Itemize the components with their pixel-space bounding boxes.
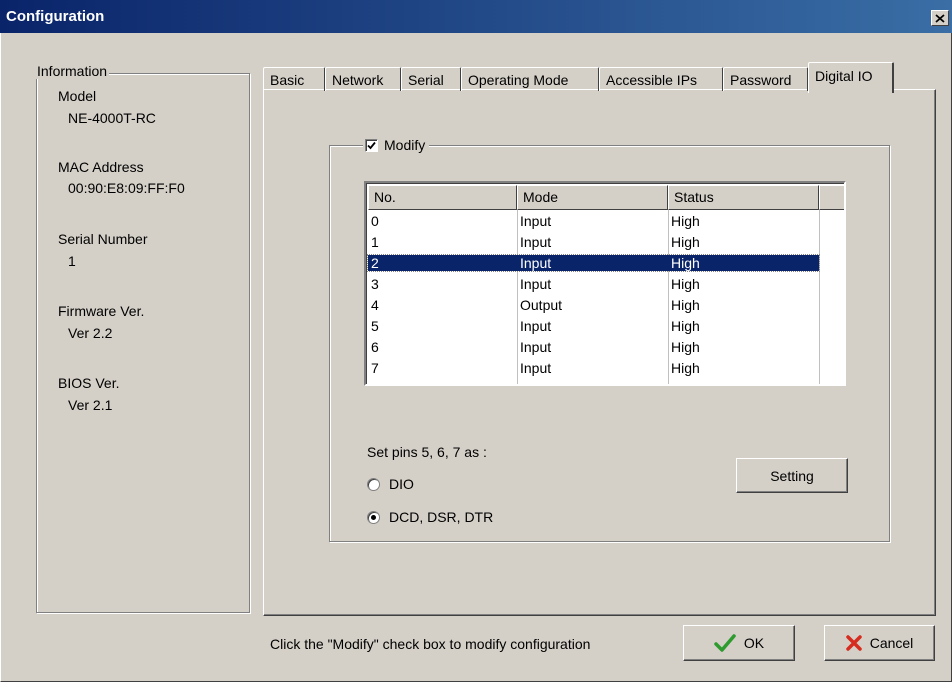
cancel-button[interactable]: Cancel: [824, 625, 935, 661]
tab-basic[interactable]: Basic: [263, 67, 325, 91]
model-label: Model: [58, 88, 97, 104]
tab-accessible-ips[interactable]: Accessible IPs: [599, 67, 723, 91]
ok-button[interactable]: OK: [683, 625, 795, 661]
serial-number-value: 1: [68, 253, 76, 269]
checkmark-icon: [714, 634, 736, 652]
cell-mode: Input: [520, 276, 552, 292]
table-row[interactable]: 5 Input High: [368, 318, 819, 334]
cell-no: 0: [371, 213, 379, 229]
tab-password[interactable]: Password: [723, 67, 808, 91]
table-row[interactable]: 3 Input High: [368, 276, 819, 292]
tab-network[interactable]: Network: [325, 67, 401, 91]
cell-mode: Input: [517, 255, 668, 271]
firmware-version-value: Ver 2.2: [68, 325, 113, 341]
tab-label: Serial: [408, 72, 444, 88]
table-row[interactable]: 7 Input High: [368, 360, 819, 376]
tab-operating-mode[interactable]: Operating Mode: [461, 67, 599, 91]
tab-serial[interactable]: Serial: [401, 67, 461, 91]
window-title: Configuration: [6, 8, 105, 25]
modify-checkbox-container[interactable]: Modify: [363, 135, 430, 155]
dcd-label: DCD, DSR, DTR: [389, 509, 494, 525]
cell-mode: Input: [520, 234, 552, 250]
column-header-label: Mode: [523, 189, 559, 205]
cell-no: 4: [371, 297, 379, 313]
digital-io-listview[interactable]: No. Mode Status 0 Input High 1 Input Hig…: [364, 181, 846, 386]
ok-label: OK: [743, 635, 765, 651]
column-header-no[interactable]: No.: [368, 185, 517, 210]
firmware-version-label: Firmware Ver.: [58, 303, 145, 319]
serial-number-label: Serial Number: [58, 231, 148, 247]
cell-status: High: [671, 234, 700, 250]
tab-label: Digital IO: [815, 68, 873, 84]
cell-status: High: [671, 297, 700, 313]
cancel-x-icon: [845, 635, 862, 651]
cell-no: 3: [371, 276, 379, 292]
set-pins-label: Set pins 5, 6, 7 as :: [367, 444, 487, 460]
mac-address-label: MAC Address: [58, 159, 144, 175]
tab-label: Accessible IPs: [606, 72, 698, 88]
cell-no: 6: [371, 339, 379, 355]
hint-text: Click the "Modify" check box to modify c…: [270, 636, 591, 652]
information-legend: Information: [35, 63, 110, 79]
table-row[interactable]: 6 Input High: [368, 339, 819, 355]
bios-version-label: BIOS Ver.: [58, 375, 120, 391]
tab-label: Network: [332, 72, 384, 88]
tab-label: Operating Mode: [468, 72, 569, 88]
mac-address-value: 00:90:E8:09:FF:F0: [68, 180, 185, 196]
setting-button[interactable]: Setting: [736, 458, 848, 493]
dio-label: DIO: [389, 476, 414, 492]
radio-selected-dot: [371, 514, 376, 520]
dcd-radio[interactable]: [367, 510, 380, 524]
cell-status: High: [671, 276, 700, 292]
setting-label: Setting: [770, 467, 814, 484]
cell-mode: Input: [520, 318, 552, 334]
cell-mode: Input: [520, 339, 552, 355]
cell-no: 5: [371, 318, 379, 334]
cell-status: High: [671, 213, 700, 229]
model-value: NE-4000T-RC: [68, 110, 156, 126]
table-row[interactable]: 1 Input High: [368, 234, 819, 250]
checkmark-icon: [367, 141, 376, 149]
radio-option-dcd[interactable]: DCD, DSR, DTR: [367, 509, 493, 525]
grid-line: [819, 210, 820, 384]
column-header-mode[interactable]: Mode: [517, 185, 668, 210]
cell-status: High: [671, 339, 700, 355]
cell-mode: Output: [520, 297, 563, 313]
bios-version-value: Ver 2.1: [68, 397, 113, 413]
cell-mode: Input: [520, 213, 552, 229]
close-button[interactable]: [931, 10, 949, 26]
cell-no: 7: [371, 360, 379, 376]
column-header-label: No.: [374, 189, 396, 205]
tab-digital-io[interactable]: Digital IO: [808, 62, 894, 93]
modify-checkbox[interactable]: [365, 138, 378, 152]
cell-mode: Input: [520, 360, 552, 376]
column-header-status[interactable]: Status: [668, 185, 819, 210]
cell-status: High: [671, 360, 700, 376]
column-header-empty: [819, 185, 844, 210]
title-bar: Configuration: [0, 0, 952, 33]
modify-label: Modify: [384, 137, 426, 153]
cell-no: 1: [371, 234, 379, 250]
column-header-label: Status: [674, 189, 714, 205]
tab-label: Password: [730, 72, 792, 88]
table-row[interactable]: 4 Output High: [368, 297, 819, 313]
information-group: [36, 73, 250, 613]
dio-radio[interactable]: [367, 477, 380, 491]
close-icon: [935, 13, 945, 23]
tab-label: Basic: [270, 72, 305, 88]
table-row[interactable]: 0 Input High: [368, 213, 819, 229]
listview-header: No. Mode Status: [368, 185, 844, 210]
cell-status: High: [668, 255, 819, 271]
radio-option-dio[interactable]: DIO: [367, 476, 414, 492]
cell-status: High: [671, 318, 700, 334]
cell-no: 2: [368, 255, 517, 271]
table-row-selected[interactable]: 2 Input High: [367, 254, 820, 272]
cancel-label: Cancel: [869, 635, 914, 651]
